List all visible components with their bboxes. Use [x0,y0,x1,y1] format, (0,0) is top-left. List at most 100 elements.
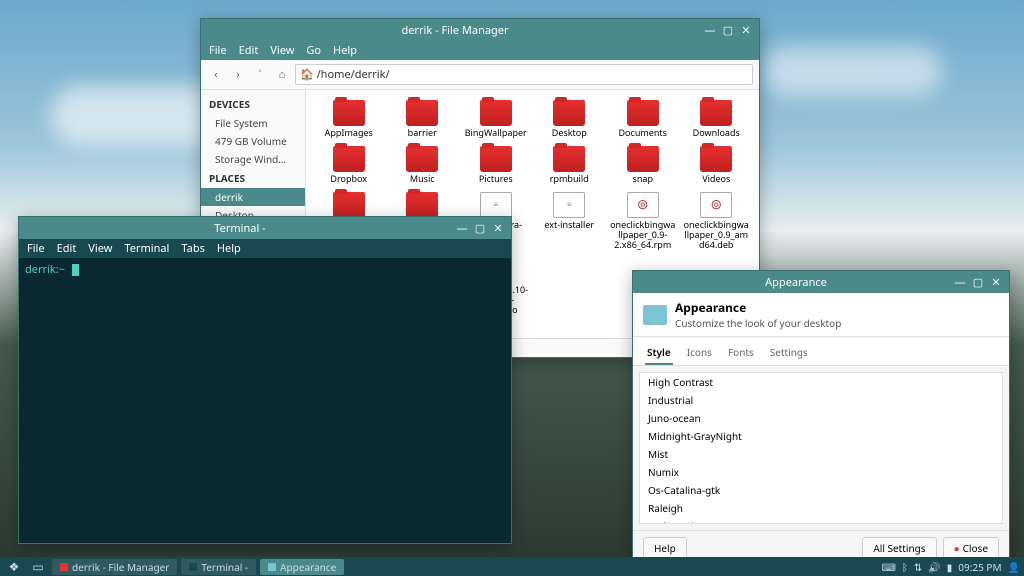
file-item[interactable]: Desktop [535,98,605,140]
file-label: barrier [408,128,437,138]
fm-titlebar[interactable]: derrik - File Manager — ▢ ✕ [201,19,759,41]
sidebar-item-place[interactable]: derrik [201,188,305,206]
network-icon[interactable]: ⇅ [914,560,922,574]
forward-button[interactable]: › [229,66,247,84]
file-item[interactable]: BingWallpaper [461,98,531,140]
show-desktop-button[interactable]: ▭ [28,559,48,574]
file-item[interactable]: snap [608,144,678,186]
file-label: Downloads [693,128,740,138]
file-item[interactable]: Music [388,144,458,186]
file-item[interactable]: AppImages [314,98,384,140]
folder-icon [627,100,659,126]
style-row[interactable]: Juno-ocean [640,409,1002,427]
minimize-button[interactable]: — [455,221,469,235]
file-label: BingWallpaper [465,128,527,138]
sidebar-heading-devices: DEVICES [201,94,305,114]
terminal-window: Terminal - — ▢ ✕ File Edit View Terminal… [18,216,512,544]
taskbar-app-icon [268,563,276,571]
user-icon[interactable]: 👤 [1008,560,1020,574]
file-label: ext-installer [544,220,594,230]
file-label: rpmbuild [550,174,589,184]
taskbar-task-label: Appearance [280,560,336,574]
fm-menu-edit[interactable]: Edit [239,43,259,58]
up-button[interactable]: ˄ [251,66,269,84]
close-button[interactable]: ✕ [989,275,1003,289]
file-item[interactable]: Downloads [682,98,752,140]
taskbar-task-label: derrik - File Manager [72,560,169,574]
term-caret [72,264,79,276]
sidebar-item-device[interactable]: File System [201,114,305,132]
file-item[interactable]: rpmbuild [535,144,605,186]
term-title: Terminal - [25,221,455,236]
appr-style-list[interactable]: High ContrastIndustrialJuno-oceanMidnigh… [639,372,1003,524]
start-button[interactable]: ❖ [4,559,24,574]
folder-icon [553,100,585,126]
tab-style[interactable]: Style [645,341,673,365]
maximize-button[interactable]: ▢ [721,23,735,37]
fm-menu-view[interactable]: View [270,43,294,58]
keyboard-icon[interactable]: ⌨ [881,560,895,574]
style-row[interactable]: Os-Catalina-gtk [640,481,1002,499]
file-item[interactable]: ⊚oneclickbingwallpaper_0.9-2.x86_64.rpm [608,190,678,252]
battery-icon[interactable]: ▮ [947,560,953,574]
file-item[interactable]: Videos [682,144,752,186]
file-item[interactable]: Documents [608,98,678,140]
close-button[interactable]: ✕ [739,23,753,37]
term-menu-tabs[interactable]: Tabs [181,241,204,256]
file-item[interactable]: Pictures [461,144,531,186]
term-menu-edit[interactable]: Edit [57,241,77,256]
file-item[interactable]: Dropbox [314,144,384,186]
style-row[interactable]: Raleigh [640,499,1002,517]
volume-icon[interactable]: 🔊 [928,560,940,574]
term-menu-terminal[interactable]: Terminal [124,241,169,256]
tab-settings[interactable]: Settings [768,341,810,365]
sidebar-item-device[interactable]: 479 GB Volume [201,132,305,150]
maximize-button[interactable]: ▢ [473,221,487,235]
tab-fonts[interactable]: Fonts [726,341,756,365]
term-menu-help[interactable]: Help [217,241,241,256]
appr-titlebar[interactable]: Appearance — ▢ ✕ [633,271,1009,293]
taskbar-task[interactable]: Appearance [260,559,344,575]
close-dialog-button[interactable]: ●Close [943,537,999,559]
fm-menu-file[interactable]: File [209,43,227,58]
style-row[interactable]: High Contrast [640,373,1002,391]
style-row[interactable]: Midnight-GrayNight [640,427,1002,445]
minimize-button[interactable]: — [953,275,967,289]
file-label: Music [410,174,435,184]
fm-menu-help[interactable]: Help [333,43,357,58]
back-button[interactable]: ‹ [207,66,225,84]
home-button[interactable]: ⌂ [273,66,291,84]
tab-icons[interactable]: Icons [685,341,714,365]
folder-icon [700,146,732,172]
close-button[interactable]: ✕ [491,221,505,235]
file-label: Videos [702,174,730,184]
minimize-button[interactable]: — [703,23,717,37]
taskbar-task[interactable]: derrik - File Manager [52,559,177,575]
style-row[interactable]: Mist [640,445,1002,463]
style-row[interactable]: Numix [640,463,1002,481]
term-menu-view[interactable]: View [88,241,112,256]
style-row[interactable]: Redmond [640,517,1002,524]
taskbar-task[interactable]: Terminal - [181,559,256,575]
fm-menubar: File Edit View Go Help [201,41,759,60]
file-item[interactable]: ≡ext-installer [535,190,605,252]
fm-menu-go[interactable]: Go [306,43,321,58]
style-row[interactable]: Industrial [640,391,1002,409]
pkg-icon: ⊚ [627,192,659,218]
term-screen[interactable]: derrik:~ [19,258,511,543]
term-prompt: derrik:~ [25,262,65,277]
term-titlebar[interactable]: Terminal - — ▢ ✕ [19,217,511,239]
path-input[interactable]: 🏠 /home/derrik/ [295,64,753,85]
term-menu-file[interactable]: File [27,241,45,256]
file-item[interactable]: ⊚oneclickbingwallpaper_0.9_amd64.deb [682,190,752,252]
appearance-window: Appearance — ▢ ✕ Appearance Customize th… [632,270,1010,566]
maximize-button[interactable]: ▢ [971,275,985,289]
file-item[interactable]: barrier [388,98,458,140]
folder-icon [627,146,659,172]
clock[interactable]: 09:25 PM [958,560,1001,574]
bluetooth-icon[interactable]: ᛒ [902,560,908,574]
fm-toolbar: ‹ › ˄ ⌂ 🏠 /home/derrik/ [201,60,759,90]
all-settings-button[interactable]: All Settings [862,537,936,559]
help-button[interactable]: Help [643,537,687,559]
sidebar-item-device[interactable]: Storage Windows [201,150,305,168]
